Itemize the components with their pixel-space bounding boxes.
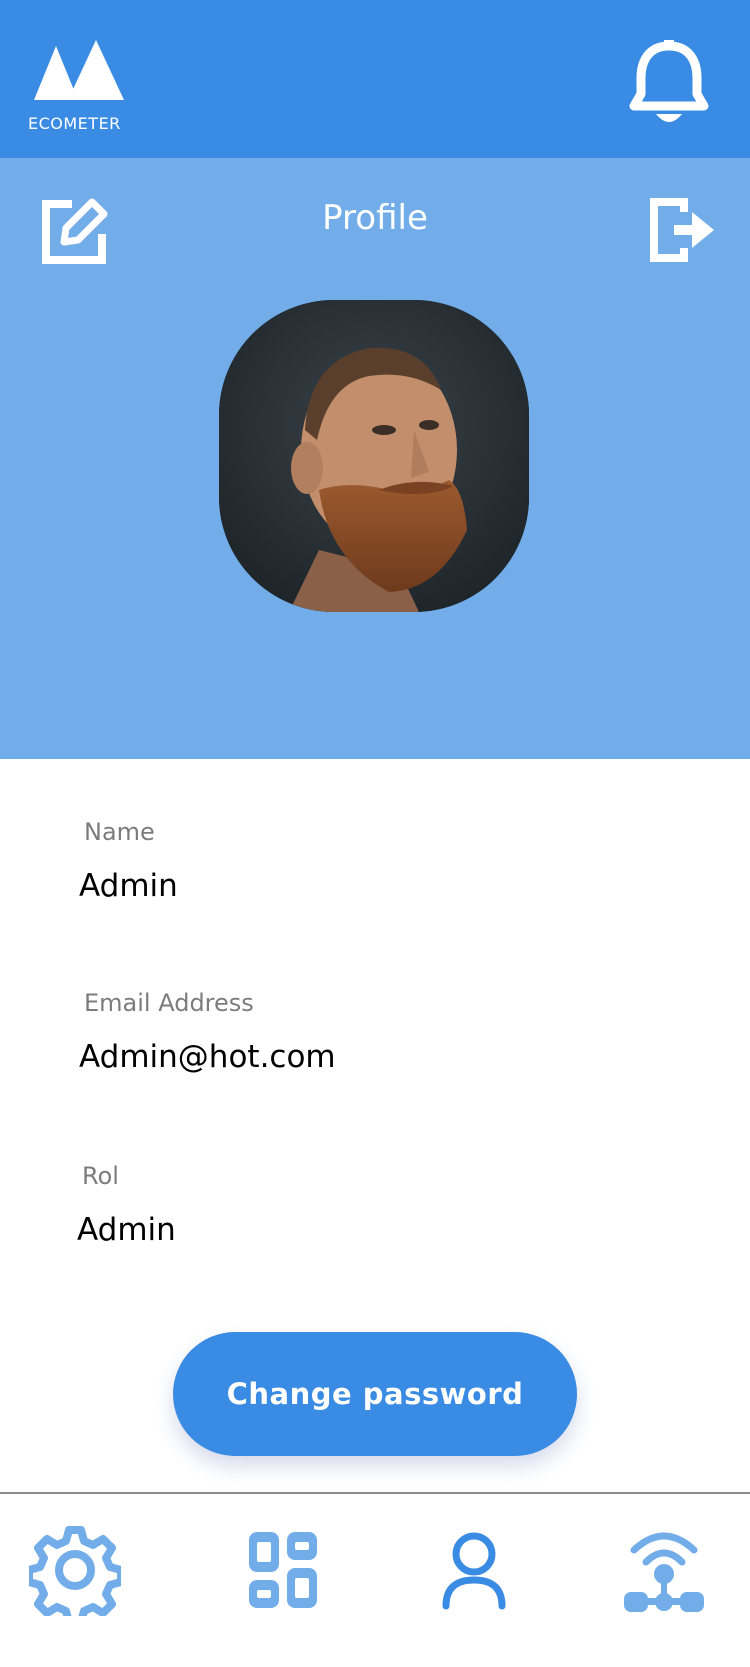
profile-header: Profile — [0, 158, 750, 759]
top-app-bar: ECOMETER — [0, 0, 750, 158]
email-label: Email Address — [84, 989, 254, 1017]
network-icon — [624, 1532, 704, 1612]
logout-icon — [650, 198, 714, 262]
brand-logo: ECOMETER — [28, 36, 132, 136]
nav-item-network[interactable] — [618, 1524, 710, 1616]
bottom-nav — [0, 1494, 750, 1667]
nav-item-dashboard[interactable] — [237, 1524, 329, 1616]
brand-name: ECOMETER — [28, 114, 121, 133]
avatar — [219, 300, 529, 612]
email-value: Admin@hot.com — [79, 1039, 336, 1075]
role-value: Admin — [77, 1212, 176, 1248]
bell-icon — [629, 40, 709, 122]
change-password-button[interactable]: Change password — [173, 1332, 577, 1456]
ecometer-logo-icon — [34, 40, 124, 100]
name-label: Name — [84, 818, 155, 846]
profile-screen: ECOMETER Profile Name Admin Email Addres… — [0, 0, 750, 1667]
notifications-button[interactable] — [626, 36, 712, 128]
name-value: Admin — [79, 868, 178, 904]
user-icon — [442, 1532, 506, 1610]
nav-item-settings[interactable] — [29, 1524, 121, 1616]
gear-icon — [29, 1526, 121, 1616]
role-label: Rol — [82, 1162, 119, 1190]
nav-item-profile[interactable] — [428, 1524, 520, 1616]
logout-button[interactable] — [648, 196, 716, 264]
avatar-photo — [219, 300, 529, 612]
dashboard-icon — [249, 1532, 317, 1608]
page-title: Profile — [322, 198, 428, 238]
